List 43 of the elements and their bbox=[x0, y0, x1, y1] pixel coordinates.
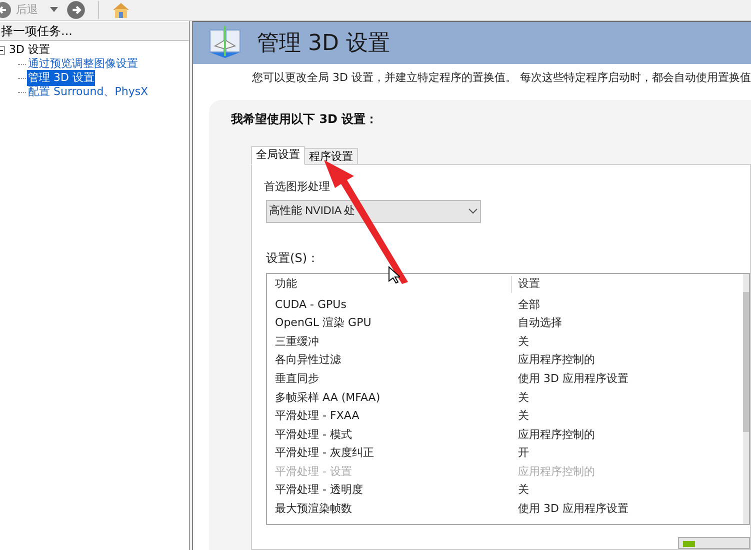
panel-header: 择一项任务... bbox=[0, 22, 190, 41]
tab[interactable]: 程序设置 bbox=[305, 148, 358, 165]
table-cell-text: 使用 3D 应用程序设置 bbox=[517, 501, 628, 518]
table-cell-text: 关 bbox=[517, 390, 530, 406]
table-cell-text: 关 bbox=[517, 334, 530, 350]
field-label: 设置(S)： bbox=[266, 250, 320, 266]
chevron-down-icon bbox=[468, 208, 478, 214]
table-cell-text: 应用程序控制的 bbox=[517, 464, 596, 480]
caret-icon[interactable] bbox=[50, 7, 58, 13]
table-cell-text: CUDA - GPUs bbox=[275, 296, 348, 313]
table-cell-text: 自动选择 bbox=[517, 315, 562, 332]
column-header[interactable]: 设置 bbox=[512, 276, 540, 293]
gpu-dropdown[interactable]: 高性能 NVIDIA 处 bbox=[266, 200, 482, 222]
nvidia-icon bbox=[683, 540, 695, 546]
table-cell-text: 平滑处理 - FXAA bbox=[275, 408, 360, 424]
table-cell-text: OpenGL 渲染 GPU bbox=[275, 315, 372, 332]
table-cell-text: 三重缓冲 bbox=[275, 334, 320, 350]
table-cell-text: 平滑处理 - 设置 bbox=[275, 464, 353, 480]
field-label: 首选图形处理 bbox=[264, 179, 330, 195]
table-cell-text: 平滑处理 - 灰度纠正 bbox=[275, 445, 375, 462]
page-title: 管理 3D 设置 bbox=[257, 30, 390, 58]
section-title: 我希望使用以下 3D 设置： bbox=[231, 111, 379, 128]
table-cell-text: 平滑处理 - 透明度 bbox=[275, 482, 364, 498]
table-cell-text: 多帧采样 AA (MFAA) bbox=[275, 390, 382, 406]
scrollbar[interactable] bbox=[743, 274, 749, 524]
table-cell-text: 垂直同步 bbox=[275, 370, 320, 387]
table-cell-text: 最大预渲染帧数 bbox=[275, 501, 354, 518]
table-cell-text: 应用程序控制的 bbox=[517, 352, 596, 368]
home-icon[interactable] bbox=[111, 1, 131, 19]
tree-item[interactable]: 管理 3D 设置 bbox=[27, 70, 96, 86]
tab[interactable]: 全局设置 bbox=[251, 146, 306, 165]
table-cell-text: 应用程序控制的 bbox=[517, 426, 596, 443]
table-cell-text: 关 bbox=[517, 408, 530, 424]
page-description: 您可以更改全局 3D 设置，并建立特定程序的置换值。 每次这些特定程序启动时，都会自动使用置换值 bbox=[251, 70, 751, 86]
tree-item[interactable]: 配置 Surround、PhysX bbox=[27, 84, 150, 100]
table-cell-text: 平滑处理 - 模式 bbox=[275, 426, 353, 443]
table-cell-text: 关 bbox=[517, 482, 530, 498]
tree-item[interactable]: 3D 设置 bbox=[8, 42, 51, 58]
table-cell-text: 使用 3D 应用程序设置 bbox=[517, 370, 628, 387]
table-cell-text: 全部 bbox=[517, 296, 540, 313]
table-cell-text: 开 bbox=[517, 445, 530, 462]
tree-item[interactable]: 通过预览调整图像设置 bbox=[27, 56, 139, 72]
table-cell-text: 各向异性过滤 bbox=[275, 352, 342, 368]
